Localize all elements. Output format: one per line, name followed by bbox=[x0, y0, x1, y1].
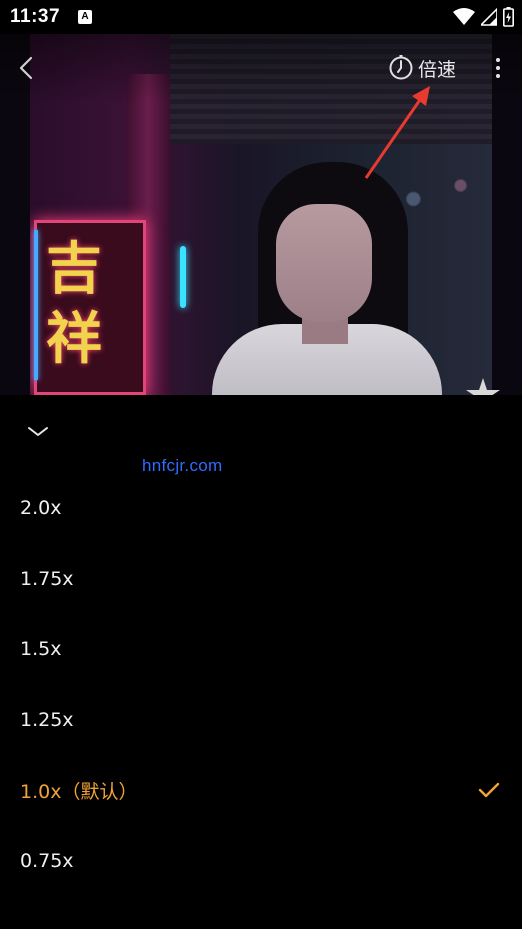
notification-app-icon: A bbox=[78, 10, 92, 24]
speed-option-label: 0.75x bbox=[20, 849, 74, 872]
speed-option-1-5x[interactable]: 1.5x bbox=[0, 614, 522, 685]
speed-option-0-75x[interactable]: 0.75x bbox=[0, 826, 522, 897]
wifi-icon bbox=[453, 8, 475, 25]
battery-icon bbox=[503, 7, 514, 27]
more-options-button[interactable] bbox=[490, 54, 506, 82]
speed-option-label: 2.0x bbox=[20, 497, 62, 520]
signal-icon bbox=[481, 8, 497, 26]
neon-strip-cyan bbox=[180, 246, 186, 308]
star-icon[interactable] bbox=[466, 378, 500, 395]
speed-option-1-25x[interactable]: 1.25x bbox=[0, 685, 522, 756]
speed-icon bbox=[389, 55, 413, 80]
playback-speed-button[interactable]: 倍速 bbox=[388, 54, 456, 82]
back-icon bbox=[19, 56, 33, 80]
status-bar: 11:37 A bbox=[0, 0, 522, 34]
status-icons bbox=[453, 7, 514, 27]
status-time: 11:37 bbox=[10, 6, 61, 27]
speed-option-label: 1.25x bbox=[20, 708, 74, 731]
chevron-down-icon bbox=[28, 427, 48, 436]
check-icon bbox=[478, 783, 500, 798]
neon-sign-text: 吉祥 bbox=[46, 236, 102, 372]
speed-option-1x-default[interactable]: 1.0x（默认） bbox=[0, 755, 522, 826]
speed-option-label: 1.75x bbox=[20, 567, 74, 590]
annotation-arrow bbox=[364, 86, 430, 179]
neon-strip-blue bbox=[34, 230, 38, 380]
back-button[interactable] bbox=[14, 54, 38, 82]
person-face bbox=[276, 204, 372, 322]
speed-option-label: 1.0x（默认） bbox=[20, 780, 138, 803]
video-player[interactable]: 吉祥 倍速 bbox=[0, 34, 522, 395]
speed-selection-panel: hnfcjr.com 2.0x 1.75x 1.5x 1.25x 1.0x（默认… bbox=[0, 395, 522, 929]
speed-option-label: 1.5x bbox=[20, 638, 62, 661]
collapse-panel-button[interactable] bbox=[26, 425, 50, 441]
more-icon bbox=[496, 58, 500, 62]
speed-options-list: 2.0x 1.75x 1.5x 1.25x 1.0x（默认） 0.75x bbox=[0, 473, 522, 896]
speed-option-2x[interactable]: 2.0x bbox=[0, 473, 522, 544]
speed-option-1-75x[interactable]: 1.75x bbox=[0, 544, 522, 615]
speed-button-label: 倍速 bbox=[418, 58, 457, 81]
